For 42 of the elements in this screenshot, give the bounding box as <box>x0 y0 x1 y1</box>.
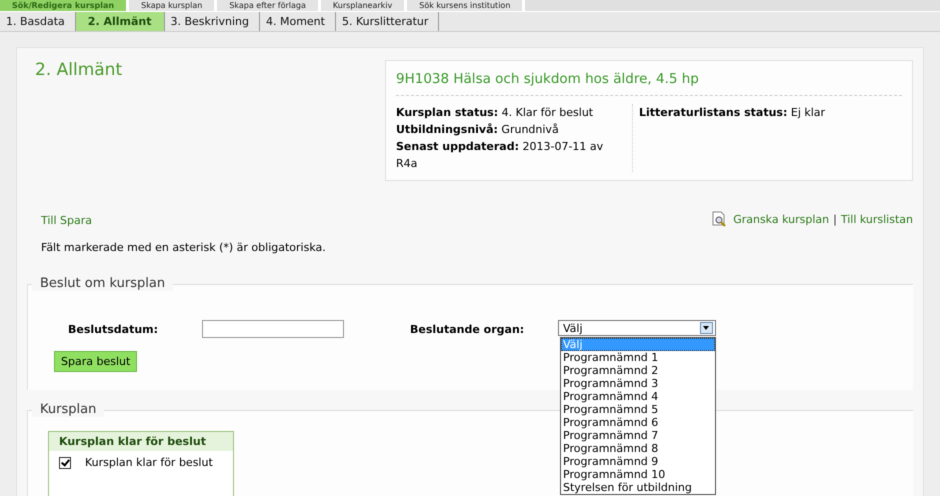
tab[interactable]: Sök kursens institution <box>407 0 526 11</box>
info-field: Senast uppdaterad: 2013-07-11 av R4a <box>396 138 626 172</box>
info-field: Litteraturlistans status: Ej klar <box>639 104 826 121</box>
document-magnifier-icon <box>711 211 728 227</box>
organ-dropdown[interactable]: Välj <box>558 320 716 336</box>
field-label: Beslutsdatum: <box>68 322 160 336</box>
info-field: Kursplan status: 4. Klar för beslut <box>396 104 626 121</box>
dropdown-option[interactable]: Programnämnd 9 <box>561 455 715 468</box>
page-title: 2. Allmänt <box>34 60 122 82</box>
link[interactable]: Till kurslistan <box>840 212 913 226</box>
dropdown-option[interactable]: Programnämnd 1 <box>561 351 715 364</box>
dropdown-option[interactable]: Programnämnd 3 <box>561 377 715 390</box>
date-input-field[interactable] <box>202 320 344 338</box>
fieldset-legend: Kursplan <box>32 402 104 417</box>
tab[interactable]: Skapa kursplan <box>129 0 218 11</box>
link[interactable]: Till Spara <box>41 214 92 227</box>
dropdown-option[interactable]: Programnämnd 5 <box>561 403 715 416</box>
dropdown-option[interactable]: Programnämnd 2 <box>561 364 715 377</box>
tab[interactable]: 2. Allmänt <box>76 12 164 31</box>
field-label: Beslutande organ: <box>410 322 526 336</box>
fieldset-legend: Beslut om kursplan <box>32 276 174 291</box>
checkbox-label: Kursplan klar för beslut <box>85 456 213 469</box>
tab[interactable]: 5. Kurslitteratur <box>336 12 440 31</box>
dropdown-option[interactable]: Programnämnd 8 <box>561 442 715 455</box>
tab[interactable]: Skapa efter förlaga <box>217 0 321 11</box>
dropdown-option[interactable]: Programnämnd 4 <box>561 390 715 403</box>
save-button[interactable]: Spara beslut <box>54 351 138 372</box>
link[interactable]: Granska kursplan <box>733 212 830 226</box>
tab[interactable]: Sök/Redigera kursplan <box>0 0 130 11</box>
info-field: Utbildningsnivå: Grundnivå <box>396 121 626 138</box>
dropdown-option[interactable]: Programnämnd 6 <box>561 416 715 429</box>
dropdown-option[interactable]: Styrelsen för utbildning <box>561 481 715 494</box>
box-title: Kursplan klar för beslut <box>49 432 233 451</box>
tab[interactable]: 3. Beskrivning <box>164 12 260 31</box>
tab[interactable]: 4. Moment <box>260 12 336 31</box>
tab[interactable]: Kursplanearkiv <box>320 0 408 11</box>
separator: | <box>833 212 837 226</box>
required-note: Fält markerade med en asterisk (*) är obligatoriska. <box>40 240 327 254</box>
dropdown-option[interactable]: Programnämnd 10 <box>561 468 715 481</box>
checkbox[interactable] <box>59 456 71 468</box>
dropdown-option[interactable]: Programnämnd 7 <box>561 429 715 442</box>
course-title: 9H1038 Hälsa och sjukdom hos äldre, 4.5 hp <box>396 71 902 96</box>
